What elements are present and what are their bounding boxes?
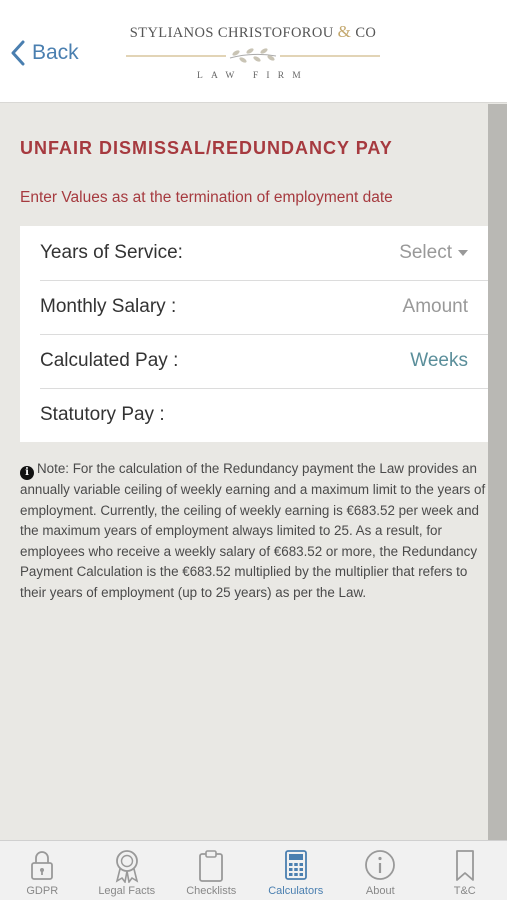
info-icon: i xyxy=(20,466,34,480)
award-icon xyxy=(115,850,138,883)
bookmark-icon xyxy=(455,850,474,881)
monthly-salary-input[interactable]: Amount xyxy=(403,296,468,318)
monthly-salary-row[interactable]: Monthly Salary : Amount xyxy=(20,280,488,334)
tab-label: Calculators xyxy=(268,885,324,897)
tab-label: Checklists xyxy=(186,885,237,897)
bottom-tab-bar: GDPR Legal Facts Checklists Calculators … xyxy=(0,840,507,900)
statutory-pay-label: Statutory Pay : xyxy=(40,404,165,425)
tab-label: Legal Facts xyxy=(98,885,156,897)
calculated-pay-label: Calculated Pay : xyxy=(40,350,179,371)
page-title: UNFAIR DISMISSAL/REDUNDANCY PAY xyxy=(20,138,393,158)
statutory-pay-row: Statutory Pay : xyxy=(20,388,488,442)
back-label: Back xyxy=(32,41,79,64)
logo-name-part1: STYLIANOS CHRISTOFOROU xyxy=(129,25,334,41)
logo-ampersand: & xyxy=(337,22,352,41)
tab-label: GDPR xyxy=(26,885,59,897)
calculated-pay-row: Calculated Pay : Weeks xyxy=(20,334,488,388)
chevron-left-icon xyxy=(11,40,25,66)
monthly-salary-label: Monthly Salary : xyxy=(40,296,177,317)
page-subtitle: Enter Values as at the termination of em… xyxy=(20,189,393,206)
law-firm-logo: STYLIANOS CHRISTOFOROU & CO LAW FIRM xyxy=(122,22,384,84)
years-of-service-row[interactable]: Years of Service: Select xyxy=(20,226,488,280)
logo-name: STYLIANOS CHRISTOFOROU & CO xyxy=(122,22,384,42)
lock-icon xyxy=(31,851,54,880)
legal-note: i Note: For the calculation of the Redund… xyxy=(20,459,490,604)
years-of-service-value: Select xyxy=(399,242,452,263)
tab-gdpr[interactable]: GDPR xyxy=(0,841,85,900)
info-icon xyxy=(365,850,396,880)
logo-name-part2: CO xyxy=(355,25,377,41)
tab-terms[interactable]: T&C xyxy=(423,841,507,900)
clipboard-icon xyxy=(199,850,224,882)
tab-about[interactable]: About xyxy=(338,841,423,900)
scrollbar[interactable] xyxy=(488,104,507,840)
caret-down-icon xyxy=(458,250,468,256)
app-header: Back STYLIANOS CHRISTOFOROU & CO LAW FIR… xyxy=(0,0,507,103)
note-text: Note: For the calculation of the Redunda… xyxy=(20,461,486,600)
tab-label: About xyxy=(365,885,395,897)
tab-legal-facts[interactable]: Legal Facts xyxy=(85,841,170,900)
years-of-service-select[interactable]: Select xyxy=(399,242,468,264)
tab-checklists[interactable]: Checklists xyxy=(169,841,254,900)
back-button[interactable]: Back xyxy=(10,36,79,70)
olive-branch-icon xyxy=(126,48,380,63)
tab-label: T&C xyxy=(453,885,476,897)
years-of-service-label: Years of Service: xyxy=(40,242,183,263)
calculator-icon xyxy=(284,850,307,880)
calculated-pay-value: Weeks xyxy=(410,350,468,371)
calculator-form: Years of Service: Select Monthly Salary … xyxy=(20,226,488,442)
tab-calculators[interactable]: Calculators xyxy=(254,841,339,900)
logo-subtitle: LAW FIRM xyxy=(197,71,309,81)
